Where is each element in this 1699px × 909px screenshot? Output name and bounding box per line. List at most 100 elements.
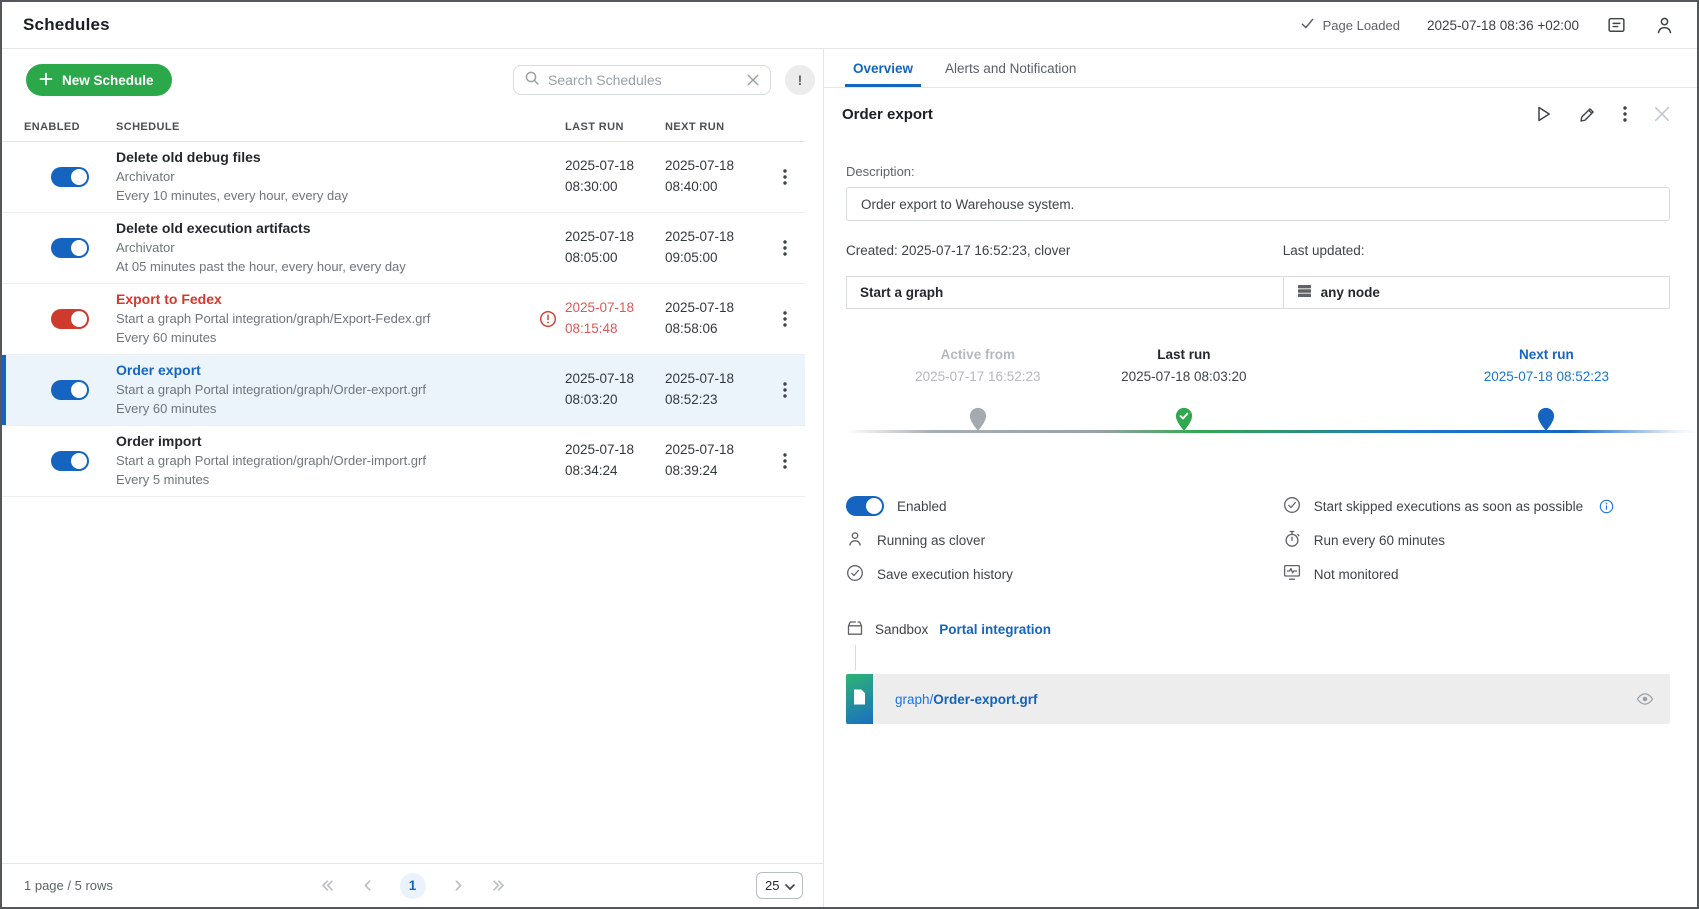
next-pin-icon xyxy=(1537,407,1556,432)
schedule-detail: Archivator xyxy=(116,239,539,257)
description-label: Description: xyxy=(846,164,1670,179)
last-run-cell: 2025-07-1808:03:20 xyxy=(565,369,665,411)
setting-run-every: Run every 60 minutes xyxy=(1283,523,1670,557)
table-row[interactable]: Delete old execution artifacts Archivato… xyxy=(2,213,805,284)
settings-grid: Enabled Start skipped executions as soon… xyxy=(846,489,1670,591)
column-next-run: NEXT RUN xyxy=(665,121,765,133)
pagination-summary: 1 page / 5 rows xyxy=(24,878,113,893)
enabled-toggle[interactable] xyxy=(51,309,89,329)
page-size-select[interactable]: 25 xyxy=(756,872,803,899)
new-schedule-button[interactable]: New Schedule xyxy=(26,64,172,96)
timeline-line xyxy=(846,430,1697,433)
schedule-recurrence: Every 10 minutes, every hour, every day xyxy=(116,187,539,205)
tree-connector-line xyxy=(855,645,856,670)
sandbox-link[interactable]: Portal integration xyxy=(939,622,1051,637)
schedule-detail: Start a graph Portal integration/graph/O… xyxy=(116,381,539,399)
next-page-icon[interactable] xyxy=(451,878,466,893)
enabled-toggle[interactable] xyxy=(51,380,89,400)
plus-icon xyxy=(39,72,53,89)
schedule-recurrence: Every 5 minutes xyxy=(116,471,539,489)
last-run-cell: 2025-07-1808:05:00 xyxy=(565,227,665,269)
schedule-rows: Delete old debug files Archivator Every … xyxy=(2,142,805,863)
last-run-cell: 2025-07-1808:30:00 xyxy=(565,156,665,198)
current-page-button[interactable]: 1 xyxy=(400,873,426,899)
tab-overview[interactable]: Overview xyxy=(840,49,926,87)
close-icon[interactable] xyxy=(1654,106,1670,122)
column-schedule: SCHEDULE xyxy=(116,121,539,133)
app-window: Schedules Page Loaded 2025-07-18 08:36 +… xyxy=(2,2,1697,907)
schedule-title: Order export xyxy=(116,362,539,378)
monitor-pulse-icon xyxy=(1283,564,1301,584)
sandbox-row: Sandbox Portal integration xyxy=(846,619,1670,640)
start-config-box: Start a graph any node xyxy=(846,276,1670,309)
schedule-title: Delete old execution artifacts xyxy=(116,220,539,236)
chevron-down-icon xyxy=(785,878,795,893)
enabled-toggle[interactable] xyxy=(846,496,884,516)
alerts-indicator-button[interactable]: ! xyxy=(785,65,815,95)
setting-monitored: Not monitored xyxy=(1283,557,1670,591)
view-file-eye-icon[interactable] xyxy=(1636,692,1654,706)
clear-search-icon[interactable] xyxy=(746,73,760,87)
feedback-icon[interactable] xyxy=(1606,15,1627,36)
timeline-last-run: Last run 2025-07-18 08:03:20 xyxy=(1121,347,1246,384)
setting-skipped-executions: Start skipped executions as soon as poss… xyxy=(1283,489,1670,523)
page-status: Page Loaded xyxy=(1300,16,1400,34)
check-circle-icon xyxy=(846,564,864,585)
search-box xyxy=(513,65,771,95)
schedules-toolbar: New Schedule ! xyxy=(2,49,823,104)
next-run-cell: 2025-07-1808:52:23 xyxy=(665,369,765,411)
row-menu-kebab-icon[interactable] xyxy=(765,453,805,469)
schedule-title: Order import xyxy=(116,433,539,449)
table-row[interactable]: Order import Start a graph Portal integr… xyxy=(2,426,805,497)
info-icon[interactable] xyxy=(1599,499,1614,514)
next-run-cell: 2025-07-1809:05:00 xyxy=(665,227,765,269)
schedule-detail: Archivator xyxy=(116,168,539,186)
detail-tabs: Overview Alerts and Notification xyxy=(824,49,1697,88)
table-row[interactable]: Delete old debug files Archivator Every … xyxy=(2,142,805,213)
row-menu-kebab-icon[interactable] xyxy=(765,311,805,327)
timeline-next-run: Next run 2025-07-18 08:52:23 xyxy=(1484,347,1609,384)
search-input[interactable] xyxy=(548,72,738,88)
last-run-cell: 2025-07-1808:15:48 xyxy=(565,298,665,340)
check-circle-icon xyxy=(1283,496,1301,517)
graph-file-row[interactable]: graph/Order-export.grf xyxy=(846,674,1670,724)
past-pin-icon xyxy=(968,407,987,432)
row-menu-kebab-icon[interactable] xyxy=(765,169,805,185)
page-status-label: Page Loaded xyxy=(1323,18,1400,33)
tab-alerts-and-notification[interactable]: Alerts and Notification xyxy=(932,49,1089,87)
table-row[interactable]: Export to Fedex Start a graph Portal int… xyxy=(2,284,805,355)
document-icon xyxy=(853,689,866,710)
enabled-toggle[interactable] xyxy=(51,451,89,471)
setting-save-history: Save execution history xyxy=(846,557,1283,591)
enabled-toggle[interactable] xyxy=(51,238,89,258)
last-run-cell: 2025-07-1808:34:24 xyxy=(565,440,665,482)
last-updated-label: Last updated: xyxy=(1283,243,1670,258)
run-now-icon[interactable] xyxy=(1535,105,1552,123)
last-page-icon[interactable] xyxy=(491,878,506,893)
graph-file-name: Order-export.grf xyxy=(933,692,1037,707)
schedule-recurrence: Every 60 minutes xyxy=(116,400,539,418)
table-row[interactable]: Order export Start a graph Portal integr… xyxy=(2,355,805,426)
edit-icon[interactable] xyxy=(1579,106,1596,123)
row-menu-kebab-icon[interactable] xyxy=(765,382,805,398)
previous-page-icon[interactable] xyxy=(360,878,375,893)
server-node-icon xyxy=(1297,284,1312,301)
first-page-icon[interactable] xyxy=(320,878,335,893)
node-name: any node xyxy=(1321,285,1380,300)
user-icon xyxy=(846,530,864,551)
server-time: 2025-07-18 08:36 +02:00 xyxy=(1427,18,1579,33)
run-timeline: Active from 2025-07-17 16:52:23 Last run… xyxy=(846,335,1670,451)
more-actions-kebab-icon[interactable] xyxy=(1623,106,1627,122)
timeline-active-from: Active from 2025-07-17 16:52:23 xyxy=(915,347,1040,384)
enabled-toggle[interactable] xyxy=(51,167,89,187)
schedule-detail-panel: Overview Alerts and Notification Order e… xyxy=(824,49,1697,907)
row-menu-kebab-icon[interactable] xyxy=(765,240,805,256)
column-enabled: ENABLED xyxy=(24,121,116,133)
table-header: ENABLED SCHEDULE LAST RUN NEXT RUN xyxy=(2,112,805,142)
schedule-recurrence: At 05 minutes past the hour, every hour,… xyxy=(116,258,539,276)
setting-enabled: Enabled xyxy=(846,489,1283,523)
schedule-detail: Start a graph Portal integration/graph/O… xyxy=(116,452,539,470)
schedules-list-panel: New Schedule ! ENABLED SCHEDULE LAST RUN… xyxy=(2,49,824,907)
user-avatar-icon[interactable] xyxy=(1654,15,1675,36)
error-alert-icon xyxy=(539,310,565,328)
